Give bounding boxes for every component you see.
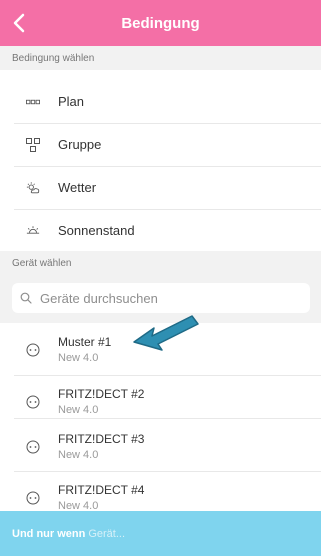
footer-bold-text: Und nur wenn	[12, 527, 86, 540]
device-item-fritzdect-3[interactable]: FRITZ!DECT #3 New 4.0	[0, 420, 321, 472]
plan-icon	[26, 95, 40, 109]
condition-label-group: Gruppe	[58, 137, 102, 152]
device-version: New 4.0	[58, 404, 99, 416]
annotation-arrow-icon	[133, 315, 199, 351]
condition-label-plan: Plan	[58, 94, 85, 109]
device-name: FRITZ!DECT #2	[58, 387, 145, 401]
footer-bar[interactable]: Und nur wenn Gerät...	[0, 511, 321, 556]
condition-item-sun[interactable]: Sonnenstand	[0, 209, 321, 252]
condition-label-sun: Sonnenstand	[58, 223, 135, 238]
device-version: New 4.0	[58, 449, 99, 461]
divider	[14, 418, 321, 419]
device-name: FRITZ!DECT #3	[58, 432, 145, 446]
condition-label-weather: Wetter	[58, 180, 97, 195]
condition-item-plan[interactable]: Plan	[0, 80, 321, 123]
condition-item-weather[interactable]: Wetter	[0, 166, 321, 209]
device-version: New 4.0	[58, 352, 99, 364]
section-label-device: Gerät wählen	[0, 251, 321, 275]
chevron-left-icon	[13, 13, 25, 33]
condition-item-group[interactable]: Gruppe	[0, 123, 321, 166]
search-icon	[20, 291, 34, 305]
weather-icon	[26, 181, 40, 195]
group-icon	[26, 137, 40, 152]
device-icon	[26, 440, 40, 454]
search-box[interactable]	[12, 283, 310, 313]
device-name: Muster #1	[58, 335, 112, 349]
page-title: Bedingung	[121, 14, 200, 32]
back-button[interactable]	[8, 10, 30, 36]
footer-light-text: Gerät...	[88, 527, 126, 540]
device-name: FRITZ!DECT #4	[58, 483, 145, 497]
sun-icon	[26, 224, 40, 238]
device-icon	[26, 343, 40, 357]
search-input[interactable]	[40, 290, 300, 306]
device-icon	[26, 491, 40, 505]
section-label-condition: Bedingung wählen	[0, 46, 321, 70]
app-header: Bedingung	[0, 0, 321, 46]
device-icon	[26, 395, 40, 409]
